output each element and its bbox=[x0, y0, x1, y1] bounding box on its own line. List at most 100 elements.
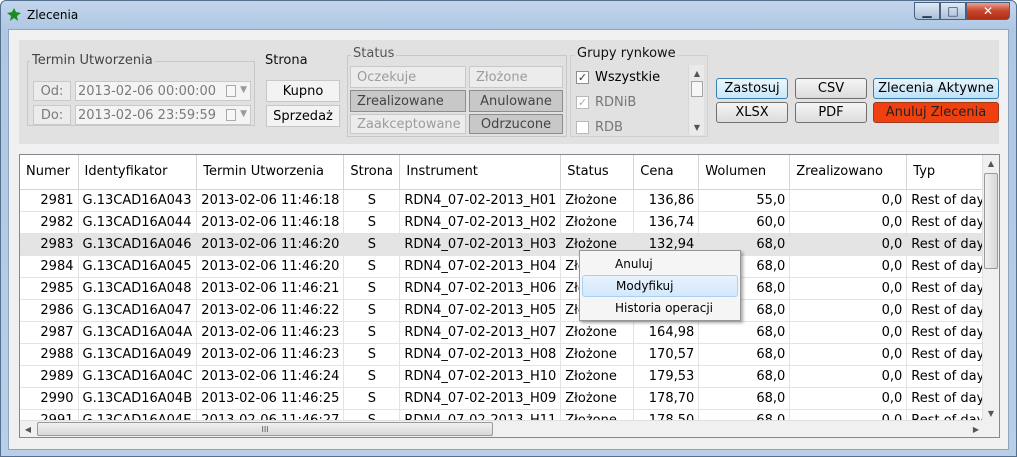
scroll-down-icon[interactable]: ▼ bbox=[689, 119, 705, 135]
table-row[interactable]: 2983 G.13CAD16A046 2013-02-06 11:46:20 S RDN… bbox=[20, 233, 990, 256]
checkbox-checked-icon[interactable]: ✓ bbox=[576, 96, 589, 109]
table-row[interactable]: 2984 G.13CAD16A045 2013-02-06 11:46:20 S RDN… bbox=[20, 255, 990, 278]
scroll-down-icon[interactable]: ▼ bbox=[983, 405, 999, 421]
chevron-down-icon[interactable]: ▼ bbox=[240, 85, 247, 95]
scroll-up-icon[interactable]: ▲ bbox=[689, 65, 705, 81]
cell-instrument: RDN4_07-02-2013_H01 bbox=[399, 189, 562, 212]
table-row[interactable]: 2986 G.13CAD16A047 2013-02-06 11:46:22 S RDN… bbox=[20, 299, 990, 322]
cell-created: 2013-02-06 11:46:20 bbox=[196, 255, 345, 278]
table-row[interactable]: 2988 G.13CAD16A049 2013-02-06 11:46:23 S RDN… bbox=[20, 343, 990, 366]
cell-executed: 0,0 bbox=[789, 365, 908, 388]
cell-identifier: G.13CAD16A047 bbox=[78, 299, 198, 322]
status-accepted-button[interactable]: Zaakceptowane bbox=[350, 114, 466, 134]
chevron-down-icon[interactable]: ▼ bbox=[240, 109, 247, 119]
cell-number: 2990 bbox=[20, 387, 79, 410]
cell-identifier: G.13CAD16A04C bbox=[78, 365, 198, 388]
xlsx-button[interactable]: XLSX bbox=[716, 102, 788, 123]
column-header-side[interactable]: Strona bbox=[343, 155, 401, 190]
calendar-icon[interactable] bbox=[226, 109, 236, 121]
calendar-icon[interactable] bbox=[226, 85, 236, 97]
cell-instrument: RDN4_07-02-2013_H06 bbox=[399, 277, 562, 300]
cell-instrument: RDN4_07-02-2013_H07 bbox=[399, 321, 562, 344]
column-header-instrument[interactable]: Instrument bbox=[399, 155, 562, 190]
column-header-executed[interactable]: Zrealizowano bbox=[789, 155, 908, 190]
scroll-up-icon[interactable]: ▲ bbox=[983, 155, 999, 171]
column-header-type[interactable]: Typ bbox=[906, 155, 990, 190]
status-cancelled-button[interactable]: Anulowane bbox=[469, 90, 563, 112]
market-group-rdnib[interactable]: ✓ RDNiB bbox=[576, 95, 636, 110]
grid-horizontal-thumb[interactable]: III bbox=[37, 422, 493, 436]
table-header-row: Numer Identyfikator Termin Utworzenia Stron… bbox=[20, 155, 990, 190]
maximize-button[interactable]: □ bbox=[940, 2, 966, 20]
close-button[interactable]: ✕ bbox=[966, 2, 1010, 20]
apply-button[interactable]: Zastosuj bbox=[716, 78, 788, 99]
column-header-number[interactable]: Numer bbox=[20, 155, 79, 190]
cell-executed: 0,0 bbox=[789, 321, 908, 344]
market-groups-legend: Grupy rynkowe bbox=[575, 46, 678, 61]
column-header-volume[interactable]: Wolumen bbox=[698, 155, 791, 190]
status-executed-button[interactable]: Zrealizowane bbox=[350, 90, 466, 112]
sell-button[interactable]: Sprzedaż bbox=[266, 105, 340, 127]
cell-instrument: RDN4_07-02-2013_H08 bbox=[399, 343, 562, 366]
column-header-identifier[interactable]: Identyfikator bbox=[78, 155, 198, 190]
cell-status: Złożone bbox=[560, 321, 635, 344]
column-header-created[interactable]: Termin Utworzenia bbox=[196, 155, 345, 190]
from-date-value: 2013-02-06 00:00:00 bbox=[78, 83, 217, 99]
status-waiting-button[interactable]: Oczekuje bbox=[350, 66, 466, 88]
market-group-rdb[interactable]: RDB bbox=[576, 120, 623, 135]
context-menu-cancel[interactable]: Anuluj bbox=[582, 253, 738, 275]
cell-type: Rest of day bbox=[906, 277, 990, 300]
minimize-button[interactable]: ▁ bbox=[914, 2, 940, 20]
market-group-all[interactable]: ✓ Wszystkie bbox=[576, 70, 660, 85]
cell-volume: 68,0 bbox=[698, 321, 791, 344]
market-groups-scroll-thumb[interactable] bbox=[691, 81, 703, 97]
context-menu: Anuluj Modyfikuj Historia operacji bbox=[579, 250, 741, 321]
cell-side: S bbox=[343, 277, 401, 300]
context-menu-history[interactable]: Historia operacji bbox=[582, 297, 738, 319]
grid-vertical-thumb[interactable] bbox=[984, 173, 998, 269]
cell-type: Rest of day bbox=[906, 211, 990, 234]
from-date-field[interactable]: 2013-02-06 00:00:00 ▼ bbox=[75, 81, 251, 101]
market-groups-scrollbar[interactable]: ▲ ▼ bbox=[688, 65, 704, 135]
cell-side: S bbox=[343, 387, 401, 410]
cell-price: 170,57 bbox=[633, 343, 700, 366]
table-body: 2981 G.13CAD16A043 2013-02-06 11:46:18 S RDN… bbox=[20, 189, 990, 432]
cell-executed: 0,0 bbox=[789, 299, 908, 322]
table-row[interactable]: 2985 G.13CAD16A048 2013-02-06 11:46:21 S RDN… bbox=[20, 277, 990, 300]
cell-created: 2013-02-06 11:46:22 bbox=[196, 299, 345, 322]
scroll-left-icon[interactable]: ◀ bbox=[20, 421, 36, 437]
buy-button[interactable]: Kupno bbox=[266, 80, 340, 102]
table-row[interactable]: 2981 G.13CAD16A043 2013-02-06 11:46:18 S RDN… bbox=[20, 189, 990, 212]
table-row[interactable]: 2990 G.13CAD16A04B 2013-02-06 11:46:25 S RDN… bbox=[20, 387, 990, 410]
cell-volume: 55,0 bbox=[698, 189, 791, 212]
csv-button[interactable]: CSV bbox=[795, 78, 867, 99]
app-leaf-icon bbox=[7, 8, 21, 21]
market-group-all-label: Wszystkie bbox=[595, 70, 661, 85]
pdf-button[interactable]: PDF bbox=[795, 102, 867, 123]
to-date-field[interactable]: 2013-02-06 23:59:59 ▼ bbox=[75, 105, 251, 125]
status-rejected-button[interactable]: Odrzucone bbox=[469, 114, 563, 134]
status-submitted-button[interactable]: Złożone bbox=[469, 66, 563, 88]
grid-horizontal-scrollbar[interactable]: ◀ III ▶ bbox=[20, 420, 984, 437]
cell-instrument: RDN4_07-02-2013_H10 bbox=[399, 365, 562, 388]
cell-executed: 0,0 bbox=[789, 277, 908, 300]
table-row[interactable]: 2982 G.13CAD16A044 2013-02-06 11:46:18 S RDN… bbox=[20, 211, 990, 234]
cell-number: 2988 bbox=[20, 343, 79, 366]
grid-vertical-scrollbar[interactable]: ▲ ▼ bbox=[982, 155, 999, 421]
table-row[interactable]: 2987 G.13CAD16A04A 2013-02-06 11:46:23 S RDN… bbox=[20, 321, 990, 344]
cell-executed: 0,0 bbox=[789, 343, 908, 366]
cell-type: Rest of day bbox=[906, 255, 990, 278]
active-orders-button[interactable]: Zlecenia Aktywne bbox=[873, 78, 999, 99]
column-header-price[interactable]: Cena bbox=[633, 155, 700, 190]
checkbox-unchecked-icon[interactable] bbox=[576, 121, 589, 134]
cell-identifier: G.13CAD16A04A bbox=[78, 321, 198, 344]
cell-created: 2013-02-06 11:46:18 bbox=[196, 211, 345, 234]
title-bar[interactable]: Zlecenia ▁ □ ✕ bbox=[1, 1, 1016, 29]
column-header-status[interactable]: Status bbox=[560, 155, 635, 190]
cancel-orders-button[interactable]: Anuluj Zlecenia bbox=[873, 102, 999, 123]
context-menu-modify[interactable]: Modyfikuj bbox=[582, 275, 738, 297]
checkbox-checked-icon[interactable]: ✓ bbox=[576, 71, 589, 84]
filter-panel: Termin Utworzenia Od: 2013-02-06 00:00:0… bbox=[19, 40, 999, 144]
table-row[interactable]: 2989 G.13CAD16A04C 2013-02-06 11:46:24 S RDN… bbox=[20, 365, 990, 388]
cell-status: Złożone bbox=[560, 343, 635, 366]
